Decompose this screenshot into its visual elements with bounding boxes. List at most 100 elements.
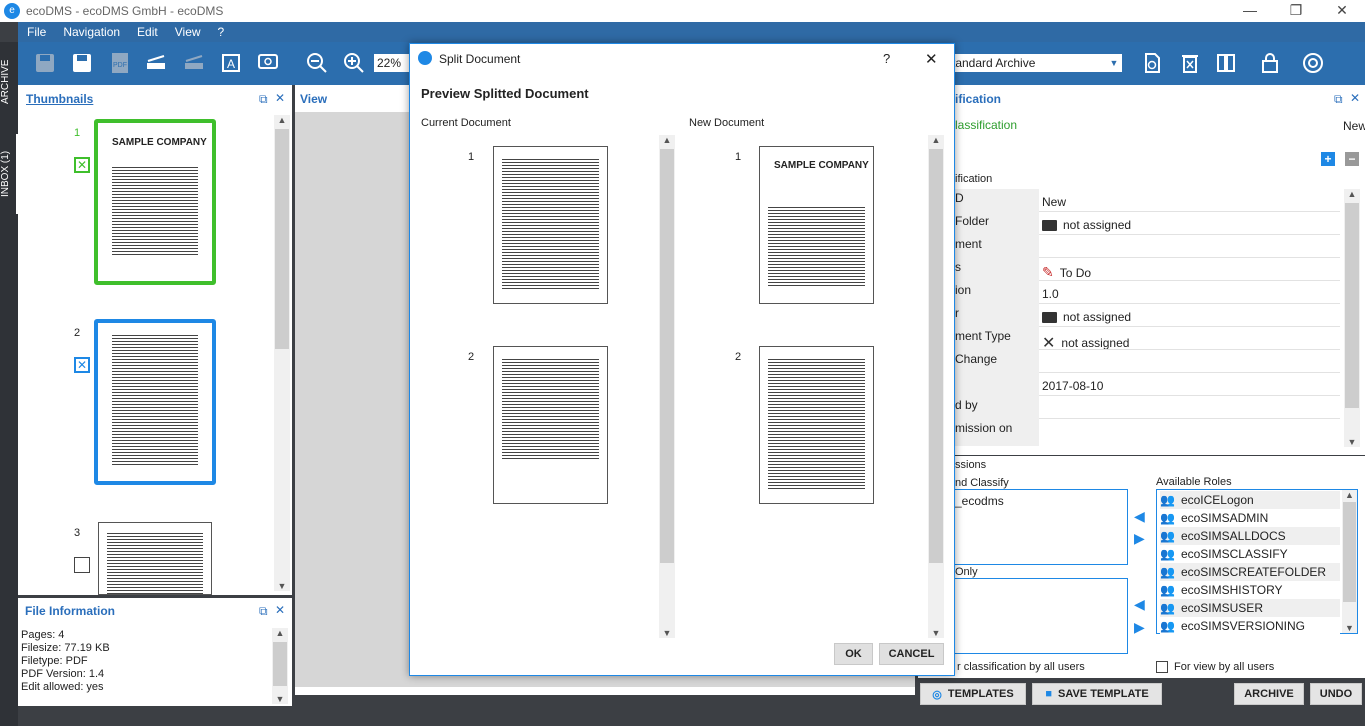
scroll-up-icon[interactable]: ▲ — [274, 115, 290, 125]
scroll-thumb[interactable] — [660, 149, 674, 563]
role-item[interactable]: 👥 ecoSIMSUSER — [1160, 599, 1340, 617]
lock-icon[interactable] — [1256, 50, 1284, 76]
screen-capture-icon[interactable] — [254, 50, 282, 76]
menu-help[interactable]: ? — [218, 25, 225, 39]
new-scrollbar[interactable]: ▲ ▼ — [928, 135, 944, 638]
role-item[interactable]: 👥 ecoSIMSVERSIONING — [1160, 617, 1340, 635]
thumbnail-page-3[interactable] — [98, 522, 212, 595]
close-panel-icon[interactable]: ✕ — [275, 603, 285, 617]
undock-icon[interactable]: ⧉ — [259, 604, 268, 619]
menu-navigation[interactable]: Navigation — [63, 25, 120, 39]
new-page-1[interactable]: SAMPLE COMPANY — [759, 146, 874, 304]
ok-button[interactable]: OK — [834, 643, 873, 665]
menu-view[interactable]: View — [175, 25, 201, 39]
undock-icon[interactable]: ⧉ — [259, 92, 268, 107]
delete-icon[interactable] — [1176, 50, 1204, 76]
classification-scrollbar[interactable]: ▲ ▼ — [1344, 189, 1360, 447]
save-icon[interactable] — [31, 50, 59, 76]
tab-archive[interactable]: ARCHIVE — [0, 52, 18, 112]
move-right-icon[interactable]: ▶ — [1134, 530, 1145, 547]
templates-button[interactable]: ◎ TEMPLATES — [920, 683, 1026, 705]
scroll-down-icon[interactable]: ▼ — [274, 581, 290, 591]
add-row-icon[interactable]: + — [1321, 152, 1335, 166]
role-item[interactable]: 👥 ecoSIMSALLDOCS — [1160, 527, 1340, 545]
move-left-icon[interactable]: ◀ — [1134, 508, 1145, 525]
scroll-down-icon[interactable]: ▼ — [659, 628, 675, 638]
undock-icon[interactable]: ⧉ — [1334, 92, 1343, 107]
thumbnails-scrollbar[interactable]: ▲ ▼ — [274, 115, 290, 591]
role-item[interactable]: 👥 ecoSIMSCLASSIFY — [1160, 545, 1340, 563]
menu-edit[interactable]: Edit — [137, 25, 158, 39]
field-value-main-folder[interactable]: not assigned — [1042, 310, 1131, 324]
scroll-thumb[interactable] — [275, 129, 289, 349]
field-value-id[interactable]: New — [1042, 195, 1066, 209]
new-page-2[interactable] — [759, 346, 874, 504]
role-item[interactable]: 👥 ecoSIMSADMIN — [1160, 509, 1340, 527]
scroll-up-icon[interactable]: ▲ — [1342, 490, 1357, 500]
scroll-down-icon[interactable]: ▼ — [928, 628, 944, 638]
remove-row-icon[interactable]: − — [1345, 152, 1359, 166]
list-item[interactable]: _ecodms — [955, 494, 1004, 508]
roles-scrollbar[interactable]: ▲ ▼ — [1342, 490, 1357, 633]
tab-inbox[interactable]: INBOX (1) — [0, 134, 18, 214]
thumb-checkbox-checked[interactable]: ✕ — [74, 357, 90, 373]
scroll-thumb[interactable] — [1343, 502, 1356, 602]
role-item[interactable]: 👥 ecoSIMSCREATEFOLDER — [1160, 563, 1340, 581]
field-value-document-type[interactable]: ✕ not assigned — [1042, 333, 1129, 353]
undo-button[interactable]: UNDO — [1310, 683, 1362, 705]
zoom-out-icon[interactable] — [303, 50, 331, 76]
move-right-icon[interactable]: ▶ — [1134, 619, 1145, 636]
close-panel-icon[interactable]: ✕ — [1350, 91, 1360, 105]
minimize-button[interactable]: — — [1227, 0, 1273, 22]
close-window-button[interactable]: ✕ — [1319, 0, 1365, 22]
close-dialog-button[interactable]: ✕ — [925, 50, 938, 68]
menu-file[interactable]: File — [27, 25, 46, 39]
scroll-up-icon[interactable]: ▲ — [659, 135, 675, 145]
scroll-down-icon[interactable]: ▼ — [272, 694, 288, 704]
field-value-revision[interactable]: 1.0 — [1042, 287, 1059, 301]
role-item[interactable]: 👥 ecoICELogon — [1160, 491, 1340, 509]
split-document-icon[interactable] — [1212, 50, 1240, 76]
maximize-button[interactable]: ❐ — [1273, 0, 1319, 22]
view-all-checkbox[interactable] — [1156, 661, 1168, 673]
role-item[interactable]: 👥 ecoSIMSHISTORY — [1160, 581, 1340, 599]
scroll-up-icon[interactable]: ▲ — [928, 135, 944, 145]
scroll-thumb[interactable] — [273, 642, 287, 686]
read-only-list[interactable] — [948, 578, 1128, 654]
archive-select[interactable]: Standard Archive — [954, 54, 1122, 72]
pdf-icon[interactable]: PDF — [106, 50, 134, 76]
target-icon[interactable] — [1299, 50, 1327, 76]
field-value-status[interactable]: ✎ To Do — [1042, 264, 1091, 281]
file-info-scrollbar[interactable]: ▲ ▼ — [272, 628, 288, 704]
thumbnail-page-1[interactable]: SAMPLE COMPANY — [94, 119, 216, 285]
ocr-icon[interactable]: A — [217, 50, 245, 76]
cancel-button[interactable]: CANCEL — [879, 643, 944, 665]
new-document-list[interactable]: 1 SAMPLE COMPANY 2 ▲ ▼ — [689, 135, 945, 638]
close-panel-icon[interactable]: ✕ — [275, 91, 285, 105]
move-left-icon[interactable]: ◀ — [1134, 596, 1145, 613]
thumb-checkbox-checked[interactable]: ✕ — [74, 157, 90, 173]
thumbnail-page-2[interactable] — [94, 319, 216, 485]
current-page-1[interactable] — [493, 146, 608, 304]
zoom-input[interactable]: 22% — [374, 54, 410, 72]
scan-settings-icon[interactable] — [180, 50, 208, 76]
scan-icon[interactable] — [142, 50, 170, 76]
save-template-button[interactable]: ■ SAVE TEMPLATE — [1032, 683, 1162, 705]
field-value-folder[interactable]: not assigned — [1042, 218, 1131, 232]
current-page-2[interactable] — [493, 346, 608, 504]
refresh-icon[interactable] — [1138, 50, 1166, 76]
scroll-thumb[interactable] — [929, 149, 943, 563]
edit-classify-list[interactable]: _ecodms — [948, 489, 1128, 565]
help-button[interactable]: ? — [883, 51, 890, 66]
current-scrollbar[interactable]: ▲ ▼ — [659, 135, 675, 638]
scroll-down-icon[interactable]: ▼ — [1344, 437, 1360, 447]
field-value-date[interactable]: 2017-08-10 — [1042, 379, 1103, 393]
save-as-icon[interactable] — [68, 50, 96, 76]
zoom-in-icon[interactable] — [340, 50, 368, 76]
scroll-down-icon[interactable]: ▼ — [1342, 623, 1357, 633]
scroll-up-icon[interactable]: ▲ — [272, 628, 288, 638]
archive-button[interactable]: ARCHIVE — [1234, 683, 1304, 705]
chevron-down-icon[interactable]: ▼ — [1106, 54, 1122, 72]
current-document-list[interactable]: 1 2 ▲ ▼ — [421, 135, 675, 638]
thumb-checkbox[interactable] — [74, 557, 90, 573]
